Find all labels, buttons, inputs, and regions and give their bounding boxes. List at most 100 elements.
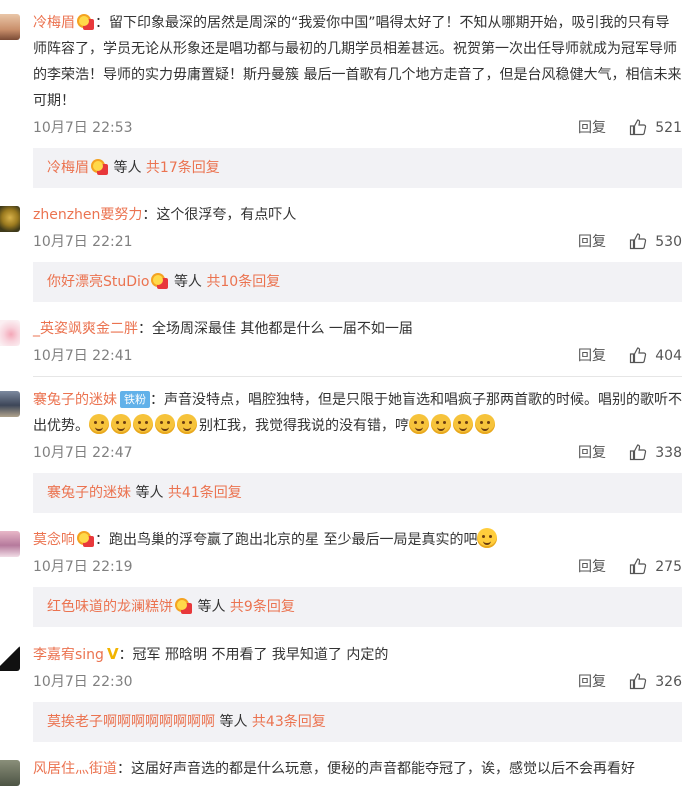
comment-username[interactable]: 风居住灬街道 [33, 761, 117, 777]
reply-summary[interactable]: 冷梅眉 等人 共17条回复 [33, 148, 682, 188]
vip-badge-icon [76, 13, 94, 30]
comment-item: 李嘉宥sing V：冠军 邢晗明 不用看了 我早知道了 内定的 10月7日 22:… [0, 631, 690, 742]
vip-badge-icon [76, 530, 94, 547]
vip-badge-icon [150, 272, 169, 289]
reply-count-link[interactable]: 共10条回复 [206, 274, 280, 290]
reply-button[interactable]: 回复 [578, 228, 606, 256]
thumbs-up-icon [630, 233, 647, 250]
like-button[interactable]: 326 [629, 668, 682, 696]
avatar[interactable] [0, 320, 20, 346]
comment-username[interactable]: 褰兔子的迷妹 [33, 392, 117, 408]
reply-button[interactable]: 回复 [578, 114, 606, 142]
dog-face-emoji [89, 414, 109, 434]
verified-v-icon: V [106, 645, 119, 663]
comment-username[interactable]: _英姿飒爽金二胖 [33, 321, 138, 337]
reply-button[interactable]: 回复 [578, 668, 606, 696]
comment-username[interactable]: 莫念响 [33, 532, 75, 548]
reply-count-link[interactable]: 共41条回复 [168, 485, 242, 501]
reply-username[interactable]: 莫挨老子啊啊啊啊啊啊啊啊 [47, 714, 215, 730]
comment-item: 冷梅眉 ：留下印象最深的居然是周深的“我爱你中国”唱得太好了！不知从哪期开始，吸引… [0, 0, 690, 188]
like-count: 521 [655, 120, 682, 136]
comment-text: 冷梅眉 ：留下印象最深的居然是周深的“我爱你中国”唱得太好了！不知从哪期开始，吸引… [33, 10, 682, 114]
like-count: 338 [655, 445, 682, 461]
thumbs-up-icon [630, 119, 647, 136]
dog-face-emoji [111, 414, 131, 434]
comment-username[interactable]: zhenzhen要努力 [33, 207, 142, 223]
dog-face-emoji [133, 414, 153, 434]
reply-count-link[interactable]: 共43条回复 [252, 714, 326, 730]
reply-username[interactable]: 褰兔子的迷妹 [47, 485, 131, 501]
reply-button[interactable]: 回复 [578, 439, 606, 467]
avatar[interactable] [0, 14, 20, 40]
comment-time: 10月7日 22:30 [33, 674, 133, 690]
thumbs-up-icon [630, 347, 647, 364]
like-count: 275 [655, 559, 682, 575]
comment-content: ：冠军 邢晗明 不用看了 我早知道了 内定的 [118, 647, 389, 663]
comment-content: ：留下印象最深的居然是周深的“我爱你中国”唱得太好了！不知从哪期开始，吸引我的只… [33, 15, 682, 109]
dog-face-emoji [431, 414, 451, 434]
comment-meta: 10月7日 22:19 回复 275 [33, 553, 682, 581]
comment-meta: 10月7日 22:30 回复 326 [33, 668, 682, 696]
like-button[interactable]: 338 [629, 439, 682, 467]
thumbs-up-icon [630, 673, 647, 690]
avatar[interactable] [0, 206, 20, 232]
dog-face-emoji [177, 414, 197, 434]
comment-content: ：全场周深最佳 其他都是什么 一届不如一届 [138, 321, 413, 337]
like-button[interactable]: 521 [629, 114, 682, 142]
avatar[interactable] [0, 531, 20, 557]
dog-face-emoji [475, 414, 495, 434]
dog-face-emoji [155, 414, 175, 434]
reply-suffix: 等人 [173, 274, 202, 290]
reply-button[interactable]: 回复 [578, 342, 606, 370]
comment-content: ：这个很浮夸，有点吓人 [142, 207, 297, 223]
comment-content: ：这届好声音选的都是什么玩意，便秘的声音都能夺冠了，诶，感觉以后不会再看好 [117, 761, 635, 777]
reply-summary[interactable]: 莫挨老子啊啊啊啊啊啊啊啊 等人 共43条回复 [33, 702, 682, 742]
comment-text: zhenzhen要努力：这个很浮夸，有点吓人 [33, 202, 682, 228]
comment-meta: 10月7日 22:53 回复 521 [33, 114, 682, 142]
laughing-emoji [477, 528, 498, 548]
like-count: 404 [655, 348, 682, 364]
comment-content: ：跑出鸟巢的浮夸赢了跑出北京的星 至少最后一局是真实的吧 [95, 532, 478, 548]
reply-summary[interactable]: 褰兔子的迷妹 等人 共41条回复 [33, 473, 682, 513]
fan-badge: 铁粉 [120, 391, 150, 408]
comment-text: 褰兔子的迷妹 铁粉 ：声音没特点，唱腔独特，但是只限于她盲选和唱疯子那两首歌的时候。… [33, 387, 682, 439]
comment-meta: 10月7日 22:21 回复 530 [33, 228, 682, 256]
comment-item: 风居住灬街道：这届好声音选的都是什么玩意，便秘的声音都能夺冠了，诶，感觉以后不会… [0, 746, 690, 786]
comment-meta: 10月7日 22:41 回复 404 [33, 342, 682, 370]
reply-summary[interactable]: 你好漂亮StuDio 等人 共10条回复 [33, 262, 682, 302]
comment-time: 10月7日 22:47 [33, 445, 133, 461]
vip-badge-icon [90, 158, 108, 175]
comment-time: 10月7日 22:21 [33, 234, 133, 250]
avatar[interactable] [0, 645, 20, 671]
comment-username[interactable]: 冷梅眉 [33, 15, 75, 31]
comment-content-continued: 别杠我，我觉得我说的没有错，哼 [199, 418, 409, 434]
reply-username[interactable]: 冷梅眉 [47, 160, 89, 176]
reply-button[interactable]: 回复 [578, 553, 606, 581]
comment-time: 10月7日 22:19 [33, 559, 133, 575]
reply-count-link[interactable]: 共9条回复 [230, 599, 295, 615]
reply-suffix: 等人 [219, 714, 248, 730]
reply-suffix: 等人 [197, 599, 226, 615]
reply-username[interactable]: 红色味道的龙澜糕饼 [47, 599, 173, 615]
like-button[interactable]: 275 [629, 553, 682, 581]
comment-text: 莫念响 ：跑出鸟巢的浮夸赢了跑出北京的星 至少最后一局是真实的吧 [33, 527, 682, 553]
avatar[interactable] [0, 391, 20, 417]
vip-badge-icon [174, 597, 192, 614]
avatar[interactable] [0, 760, 20, 786]
comment-username[interactable]: 李嘉宥sing [33, 647, 104, 663]
comment-item: _英姿飒爽金二胖：全场周深最佳 其他都是什么 一届不如一届 10月7日 22:4… [0, 306, 690, 377]
reply-suffix: 等人 [135, 485, 164, 501]
like-button[interactable]: 530 [629, 228, 682, 256]
comment-text: 李嘉宥sing V：冠军 邢晗明 不用看了 我早知道了 内定的 [33, 641, 682, 668]
like-button[interactable]: 404 [629, 342, 682, 370]
reply-username[interactable]: 你好漂亮StuDio [47, 274, 149, 290]
reply-summary[interactable]: 红色味道的龙澜糕饼 等人 共9条回复 [33, 587, 682, 627]
reply-suffix: 等人 [113, 160, 142, 176]
reply-count-link[interactable]: 共17条回复 [146, 160, 220, 176]
like-count: 326 [655, 674, 682, 690]
comment-text: _英姿飒爽金二胖：全场周深最佳 其他都是什么 一届不如一届 [33, 316, 682, 342]
comment-meta: 10月7日 22:47 回复 338 [33, 439, 682, 467]
dog-face-emoji [453, 414, 473, 434]
dog-face-emoji [409, 414, 429, 434]
comment-feed: 冷梅眉 ：留下印象最深的居然是周深的“我爱你中国”唱得太好了！不知从哪期开始，吸引… [0, 0, 690, 786]
